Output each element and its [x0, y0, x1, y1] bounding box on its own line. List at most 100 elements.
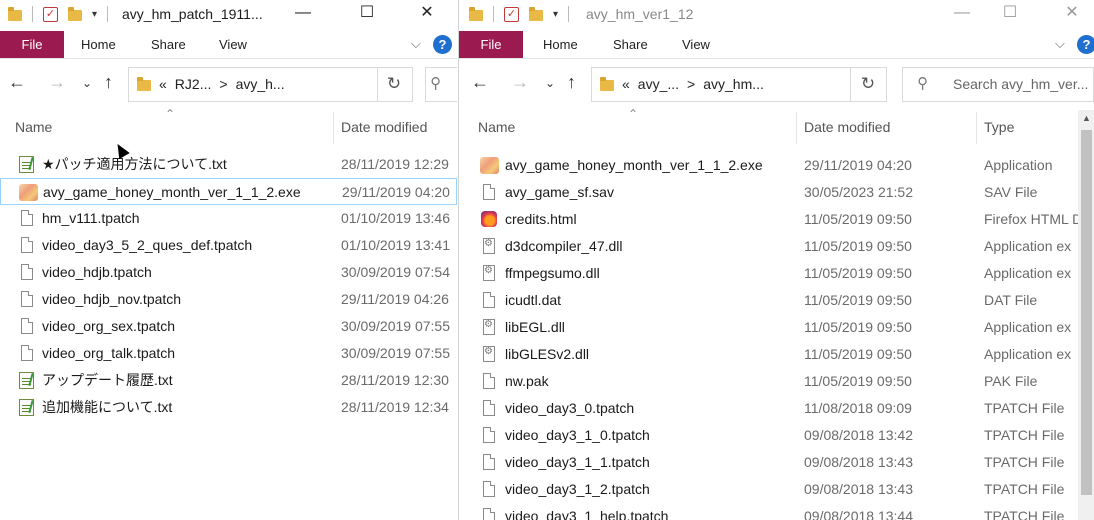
breadcrumb-overflow[interactable]: « — [159, 76, 167, 92]
close-button[interactable]: ✕ — [404, 0, 450, 30]
close-button[interactable]: ✕ — [1049, 0, 1094, 30]
list-item[interactable]: video_hdjb_nov.tpatch 29/11/2019 04:26 — [0, 286, 457, 313]
list-item[interactable]: video_day3_1_help.tpatch 09/08/2018 13:44… — [459, 503, 1078, 520]
file-icon — [18, 344, 36, 363]
title-bar: ✓ ▾ avy_hm_patch_1911... — ☐ ✕ — [0, 0, 457, 30]
vertical-scrollbar[interactable]: ▲ — [1078, 110, 1094, 520]
file-date: 11/05/2019 09:50 — [804, 319, 912, 335]
breadcrumb-separator[interactable]: > — [219, 76, 227, 92]
search-icon: ⚲ — [917, 75, 928, 92]
address-bar[interactable]: « avy_... > avy_hm... — [591, 67, 851, 102]
back-icon[interactable]: ← — [471, 72, 489, 93]
properties-icon[interactable]: ✓ — [43, 6, 58, 22]
list-item[interactable]: video_org_sex.tpatch 30/09/2019 07:55 — [0, 313, 457, 340]
tab-view[interactable]: View — [219, 31, 247, 58]
recent-locations-icon[interactable]: ⌄ — [545, 76, 555, 90]
file-icon — [480, 480, 498, 499]
breadcrumb-item[interactable]: avy_hm... — [703, 76, 764, 92]
tab-file[interactable]: File — [459, 31, 523, 58]
expand-ribbon-icon[interactable]: ⌵ — [411, 36, 421, 52]
file-name: アップデート履歴.txt — [42, 372, 173, 388]
list-item[interactable]: avy_game_honey_month_ver_1_1_2.exe 29/11/… — [459, 152, 1078, 179]
title-bar: ✓ ▾ avy_hm_ver1_12 — ☐ ✕ — [459, 0, 1094, 30]
help-icon[interactable]: ? — [433, 35, 452, 54]
list-item[interactable]: video_day3_0.tpatch 11/08/2018 09:09 TPATC… — [459, 395, 1078, 422]
window-title: avy_hm_ver1_12 — [586, 6, 694, 22]
ribbon-tabs: File Home Share View ⌵ ? — [0, 31, 457, 59]
up-icon[interactable]: ↑ — [567, 72, 576, 93]
help-icon[interactable]: ? — [1077, 35, 1094, 54]
forward-icon[interactable]: → — [511, 72, 529, 93]
file-icon — [480, 183, 498, 202]
list-item[interactable]: nw.pak 11/05/2019 09:50 PAK File — [459, 368, 1078, 395]
file-type: Firefox HTML D — [984, 211, 1078, 227]
file-name: video_hdjb_nov.tpatch — [42, 291, 182, 307]
breadcrumb-item[interactable]: avy_... — [638, 76, 679, 92]
list-item[interactable]: credits.html 11/05/2019 09:50 Firefox HTML… — [459, 206, 1078, 233]
maximize-button[interactable]: ☐ — [987, 0, 1033, 30]
list-item[interactable]: avy_game_honey_month_ver_1_1_2.exe 29/11/… — [0, 178, 457, 205]
refresh-button[interactable]: ↻ — [376, 67, 413, 102]
list-item[interactable]: アップデート履歴.txt 28/11/2019 12:30 — [0, 367, 457, 394]
breadcrumb-item[interactable]: avy_h... — [236, 76, 285, 92]
firefox-icon — [480, 210, 498, 229]
customize-toolbar-icon[interactable]: ▾ — [553, 9, 558, 20]
up-icon[interactable]: ↑ — [104, 72, 113, 93]
new-folder-icon[interactable] — [529, 7, 543, 21]
list-item[interactable]: ★パッチ適用方法について.txt 28/11/2019 12:29 — [0, 151, 457, 178]
list-item[interactable]: video_day3_1_2.tpatch 09/08/2018 13:43 TPA… — [459, 476, 1078, 503]
list-item[interactable]: avy_game_sf.sav 30/05/2023 21:52 SAV File — [459, 179, 1078, 206]
address-bar[interactable]: « RJ2... > avy_h... — [128, 67, 378, 102]
list-item[interactable]: video_day3_5_2_ques_def.tpatch 01/10/2019… — [0, 232, 457, 259]
customize-toolbar-icon[interactable]: ▾ — [92, 9, 97, 20]
tab-home[interactable]: Home — [543, 31, 578, 58]
list-item[interactable]: video_day3_1_1.tpatch 09/08/2018 13:43 TPA… — [459, 449, 1078, 476]
list-item[interactable]: libGLESv2.dll 11/05/2019 09:50 Application… — [459, 341, 1078, 368]
file-icon — [18, 236, 36, 255]
file-date: 29/11/2019 04:26 — [341, 291, 449, 307]
refresh-button[interactable]: ↻ — [850, 67, 887, 102]
list-item[interactable]: video_org_talk.tpatch 30/09/2019 07:55 — [0, 340, 457, 367]
list-item[interactable]: video_hdjb.tpatch 30/09/2019 07:54 — [0, 259, 457, 286]
list-item[interactable]: video_day3_1_0.tpatch 09/08/2018 13:42 TPA… — [459, 422, 1078, 449]
column-date-modified[interactable]: Date modified — [797, 110, 974, 144]
list-item[interactable]: libEGL.dll 11/05/2019 09:50 Application ex — [459, 314, 1078, 341]
breadcrumb-separator[interactable]: > — [687, 76, 695, 92]
file-type: PAK File — [984, 373, 1038, 389]
breadcrumb-overflow[interactable]: « — [622, 76, 630, 92]
expand-ribbon-icon[interactable]: ⌵ — [1055, 36, 1065, 52]
file-name: nw.pak — [505, 373, 549, 389]
scroll-thumb[interactable] — [1081, 130, 1092, 495]
scroll-up-icon[interactable]: ▲ — [1078, 110, 1094, 127]
search-box[interactable]: ⚲ Search avy_hm_ver... — [902, 67, 1094, 102]
breadcrumb-item[interactable]: RJ2... — [175, 76, 212, 92]
properties-icon[interactable]: ✓ — [504, 6, 519, 22]
list-item[interactable]: icudtl.dat 11/05/2019 09:50 DAT File — [459, 287, 1078, 314]
recent-locations-icon[interactable]: ⌄ — [82, 76, 92, 90]
tab-view[interactable]: View — [682, 31, 710, 58]
forward-icon[interactable]: → — [48, 72, 66, 93]
tab-share[interactable]: Share — [151, 31, 186, 58]
tab-share[interactable]: Share — [613, 31, 648, 58]
search-box[interactable]: ⚲ — [425, 67, 457, 102]
new-folder-icon[interactable] — [68, 7, 82, 21]
column-type[interactable]: Type — [977, 110, 1084, 144]
minimize-button[interactable]: — — [280, 0, 326, 30]
file-type: TPATCH File — [984, 454, 1065, 470]
maximize-button[interactable]: ☐ — [344, 0, 390, 30]
minimize-button[interactable]: — — [939, 0, 985, 30]
column-date-modified[interactable]: Date modified — [334, 110, 457, 144]
tab-home[interactable]: Home — [81, 31, 116, 58]
file-icon — [480, 399, 498, 418]
file-name: credits.html — [505, 211, 577, 227]
list-item[interactable]: hm_v111.tpatch 01/10/2019 13:46 — [0, 205, 457, 232]
back-icon[interactable]: ← — [8, 72, 26, 93]
file-date: 28/11/2019 12:29 — [341, 156, 449, 172]
file-date: 28/11/2019 12:30 — [341, 372, 449, 388]
list-item[interactable]: ffmpegsumo.dll 11/05/2019 09:50 Applicatio… — [459, 260, 1078, 287]
file-icon — [480, 291, 498, 310]
list-item[interactable]: d3dcompiler_47.dll 11/05/2019 09:50 Applic… — [459, 233, 1078, 260]
tab-file[interactable]: File — [0, 31, 64, 58]
list-item[interactable]: 追加機能について.txt 28/11/2019 12:34 — [0, 394, 457, 421]
file-name: avy_game_honey_month_ver_1_1_2.exe — [505, 157, 763, 173]
